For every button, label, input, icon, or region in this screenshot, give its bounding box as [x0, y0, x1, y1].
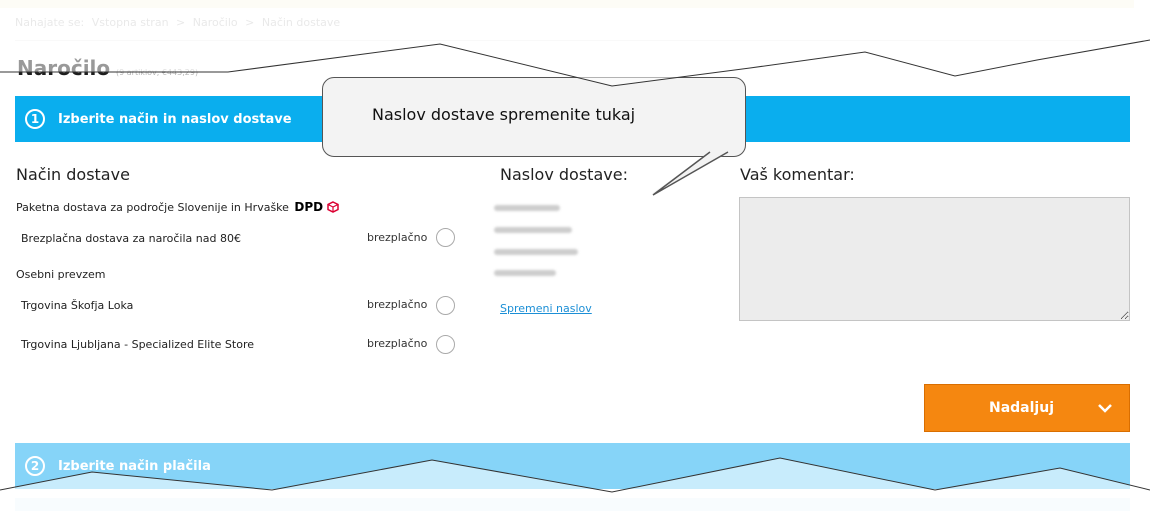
pickup-ljubljana-price: brezplačno — [367, 337, 428, 350]
breadcrumb-separator: > — [176, 16, 186, 29]
top-banner-strip — [0, 0, 1134, 8]
callout-text: Naslov dostave spremenite tukaj — [372, 105, 636, 124]
step-2-number: 2 — [25, 456, 45, 476]
chevron-down-icon — [1098, 404, 1112, 413]
step-1-label: Izberite način in naslov dostave — [58, 111, 292, 127]
comment-textarea[interactable] — [739, 197, 1130, 321]
continue-button[interactable]: Nadaljuj — [924, 384, 1130, 432]
parcel-delivery-label: Paketna dostava za področje Slovenije in… — [16, 201, 289, 214]
pickup-ljubljana-radio[interactable] — [436, 335, 455, 354]
change-address-link[interactable]: Spremeni naslov — [500, 302, 592, 315]
blurred-address-line — [494, 270, 556, 276]
breadcrumb: Nahajate se: Vstopna stran > Naročilo > … — [15, 16, 344, 29]
breadcrumb-home-link[interactable]: Vstopna stran — [92, 16, 169, 29]
page-title: Naročilo — [17, 56, 111, 80]
delivery-option-free-label: Brezplačna dostava za naročila nad 80€ — [21, 232, 241, 245]
blurred-address-line — [494, 227, 572, 233]
delivery-address-heading: Naslov dostave: — [500, 165, 628, 184]
comment-heading: Vaš komentar: — [740, 165, 855, 184]
callout-tail — [650, 151, 730, 196]
personal-pickup-group-label: Osebni prevzem — [16, 268, 106, 281]
breadcrumb-separator: > — [245, 16, 255, 29]
step-2-content-area — [15, 498, 1130, 511]
step-2-header[interactable]: 2 Izberite način plačila — [15, 443, 1130, 489]
delivery-option-free-radio[interactable] — [436, 228, 455, 247]
pickup-skofja-loka-price: brezplačno — [367, 298, 428, 311]
step-1-number: 1 — [25, 109, 45, 129]
continue-button-label: Nadaljuj — [989, 400, 1054, 416]
blurred-address-line — [494, 205, 560, 211]
pickup-ljubljana-label: Trgovina Ljubljana - Specialized Elite S… — [21, 338, 255, 351]
parcel-delivery-group: Paketna dostava za področje Slovenije in… — [16, 200, 339, 214]
delivery-option-free-price: brezplačno — [367, 231, 428, 244]
breadcrumb-order-link[interactable]: Naročilo — [193, 16, 238, 29]
order-summary-meta: (9 artiklov, €443,29) — [116, 68, 199, 77]
breadcrumb-divider — [15, 40, 1130, 41]
delivery-method-heading: Način dostave — [16, 165, 130, 184]
pickup-skofja-loka-radio[interactable] — [436, 296, 455, 315]
blurred-address-line — [494, 249, 578, 255]
breadcrumb-current: Način dostave — [261, 16, 341, 29]
dpd-logo: DPD — [294, 200, 324, 214]
pickup-skofja-loka-label: Trgovina Škofja Loka — [21, 299, 134, 312]
dpd-cube-icon — [326, 201, 339, 213]
step-2-label: Izberite način plačila — [58, 458, 211, 474]
breadcrumb-prefix: Nahajate se: — [15, 16, 85, 29]
